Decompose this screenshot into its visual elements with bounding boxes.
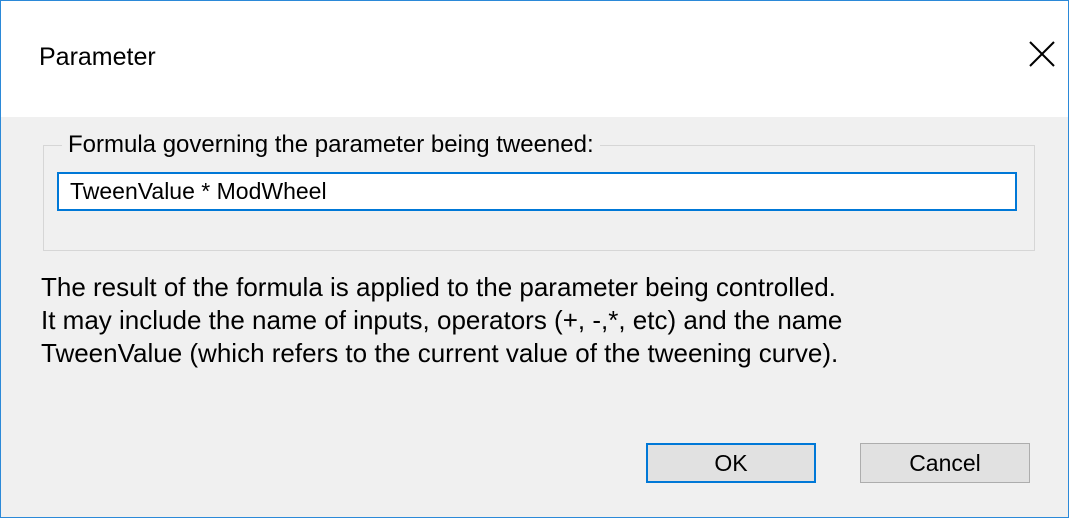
close-button[interactable]: [1019, 31, 1065, 77]
close-icon: [1029, 41, 1055, 67]
dialog-client-area: Formula governing the parameter being tw…: [1, 117, 1068, 517]
cancel-button[interactable]: Cancel: [860, 443, 1030, 483]
title-bar: Parameter: [1, 1, 1068, 117]
parameter-dialog: Parameter Formula governing the paramete…: [0, 0, 1069, 518]
ok-button[interactable]: OK: [646, 443, 816, 483]
help-text-line: TweenValue (which refers to the current …: [41, 338, 839, 368]
help-text-line: It may include the name of inputs, opera…: [41, 305, 843, 335]
help-text-line: The result of the formula is applied to …: [41, 272, 836, 302]
dialog-title: Parameter: [39, 43, 156, 71]
formula-groupbox: Formula governing the parameter being tw…: [43, 130, 1035, 251]
help-text: The result of the formula is applied to …: [41, 271, 1061, 370]
formula-input[interactable]: [57, 172, 1017, 211]
formula-group-label: Formula governing the parameter being tw…: [62, 130, 600, 160]
